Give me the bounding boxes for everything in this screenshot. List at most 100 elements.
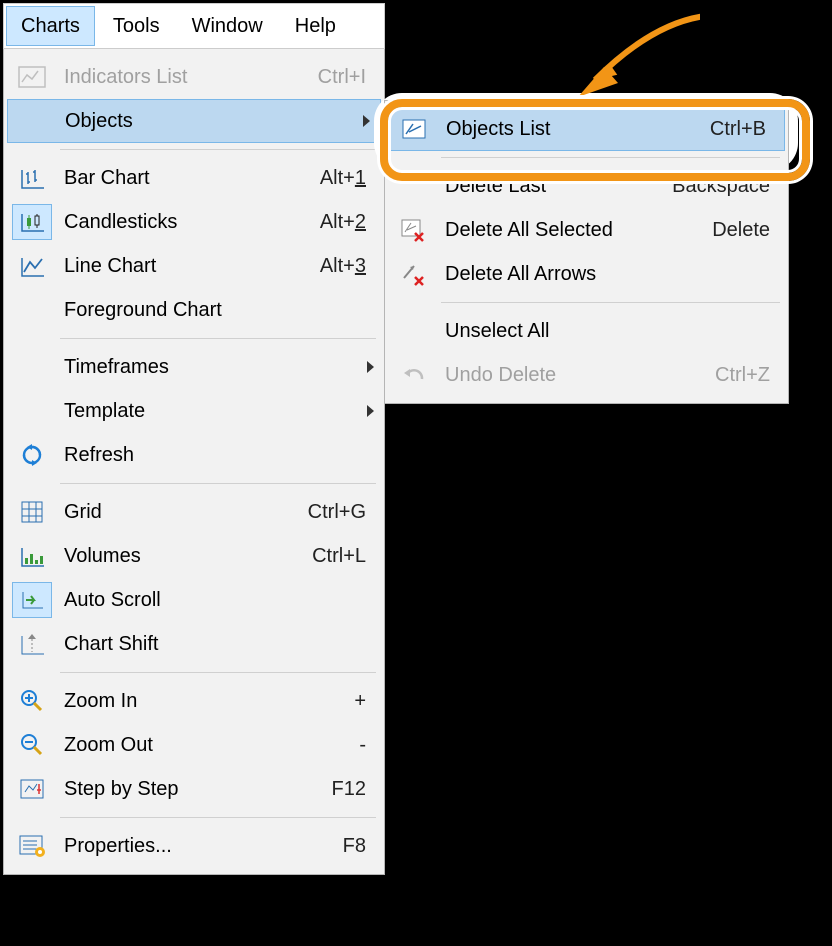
menu-tools-label: Tools xyxy=(113,15,160,38)
item-delete-all-arrows[interactable]: Delete All Arrows xyxy=(385,252,788,296)
properties-accel: F8 xyxy=(343,835,384,858)
refresh-label: Refresh xyxy=(60,444,384,467)
item-delete-last[interactable]: Delete Last Backspace xyxy=(385,164,788,208)
zoom-in-accel: + xyxy=(354,690,384,713)
item-candlesticks[interactable]: Candlesticks Alt+2 xyxy=(4,200,384,244)
properties-label: Properties... xyxy=(60,835,343,858)
timeframes-label: Timeframes xyxy=(60,356,384,379)
auto-scroll-icon xyxy=(12,582,52,618)
candlesticks-accel: Alt+2 xyxy=(320,211,384,234)
line-chart-accel: Alt+3 xyxy=(320,255,384,278)
unselect-all-label: Unselect All xyxy=(441,320,788,343)
menu-help-label: Help xyxy=(295,15,336,38)
item-foreground-chart[interactable]: Foreground Chart xyxy=(4,288,384,332)
candlesticks-icon xyxy=(12,204,52,240)
objects-submenu: Objects List Ctrl+B Delete Last Backspac… xyxy=(384,100,789,404)
foreground-chart-label: Foreground Chart xyxy=(60,299,384,322)
item-step-by-step[interactable]: Step by Step F12 xyxy=(4,767,384,811)
step-icon xyxy=(12,771,52,807)
item-chart-shift[interactable]: Chart Shift xyxy=(4,622,384,666)
grid-icon xyxy=(12,494,52,530)
objects-list-accel: Ctrl+B xyxy=(710,118,784,141)
menu-window[interactable]: Window xyxy=(176,4,279,48)
item-objects[interactable]: Objects xyxy=(7,99,381,143)
item-unselect-all[interactable]: Unselect All xyxy=(385,309,788,353)
item-line-chart[interactable]: Line Chart Alt+3 xyxy=(4,244,384,288)
item-template[interactable]: Template xyxy=(4,389,384,433)
blank-icon xyxy=(12,349,52,385)
menu-window-label: Window xyxy=(192,15,263,38)
grid-accel: Ctrl+G xyxy=(308,501,384,524)
step-label: Step by Step xyxy=(60,778,332,801)
item-bar-chart[interactable]: Bar Chart Alt+1 xyxy=(4,156,384,200)
bar-chart-label: Bar Chart xyxy=(60,167,320,190)
zoom-in-icon xyxy=(12,683,52,719)
item-zoom-out[interactable]: Zoom Out - xyxy=(4,723,384,767)
delete-selected-label: Delete All Selected xyxy=(441,219,712,242)
delete-arrows-icon xyxy=(393,256,433,292)
volumes-accel: Ctrl+L xyxy=(312,545,384,568)
separator xyxy=(441,157,780,158)
charts-dropdown: Indicators List Ctrl+I Objects Bar Chart… xyxy=(3,49,385,875)
submenu-arrow-icon xyxy=(363,115,370,127)
item-zoom-in[interactable]: Zoom In + xyxy=(4,679,384,723)
item-delete-all-selected[interactable]: Delete All Selected Delete xyxy=(385,208,788,252)
bar-chart-icon xyxy=(12,160,52,196)
separator xyxy=(60,338,376,339)
separator xyxy=(60,817,376,818)
line-chart-icon xyxy=(12,248,52,284)
bar-chart-accel: Alt+1 xyxy=(320,167,384,190)
item-properties[interactable]: Properties... F8 xyxy=(4,824,384,868)
chart-shift-label: Chart Shift xyxy=(60,633,384,656)
menu-tools[interactable]: Tools xyxy=(97,4,176,48)
item-indicators-list: Indicators List Ctrl+I xyxy=(4,55,384,99)
zoom-out-accel: - xyxy=(359,734,384,757)
candlesticks-label: Candlesticks xyxy=(60,211,320,234)
menu-charts-label: Charts xyxy=(21,15,80,38)
objects-label: Objects xyxy=(61,110,380,133)
item-objects-list[interactable]: Objects List Ctrl+B xyxy=(388,107,785,151)
zoom-in-label: Zoom In xyxy=(60,690,354,713)
submenu-arrow-icon xyxy=(367,361,374,373)
menu-charts[interactable]: Charts xyxy=(6,6,95,46)
chart-shift-icon xyxy=(12,626,52,662)
blank-icon xyxy=(393,168,433,204)
undo-icon xyxy=(393,357,433,393)
objects-list-icon xyxy=(394,111,434,147)
item-auto-scroll[interactable]: Auto Scroll xyxy=(4,578,384,622)
delete-last-label: Delete Last xyxy=(441,175,672,198)
volumes-label: Volumes xyxy=(60,545,312,568)
separator xyxy=(60,672,376,673)
item-timeframes[interactable]: Timeframes xyxy=(4,345,384,389)
objects-icon xyxy=(13,103,53,139)
item-undo-delete: Undo Delete Ctrl+Z xyxy=(385,353,788,397)
undo-accel: Ctrl+Z xyxy=(715,364,788,387)
separator xyxy=(60,149,376,150)
menubar: Charts Tools Window Help xyxy=(3,3,385,49)
item-grid[interactable]: Grid Ctrl+G xyxy=(4,490,384,534)
delete-last-accel: Backspace xyxy=(672,175,788,198)
indicators-label: Indicators List xyxy=(60,66,318,89)
indicators-icon xyxy=(12,59,52,95)
separator xyxy=(60,483,376,484)
volumes-icon xyxy=(12,538,52,574)
delete-selected-accel: Delete xyxy=(712,219,788,242)
grid-label: Grid xyxy=(60,501,308,524)
delete-selected-icon xyxy=(393,212,433,248)
separator xyxy=(441,302,780,303)
auto-scroll-label: Auto Scroll xyxy=(60,589,384,612)
step-accel: F12 xyxy=(332,778,384,801)
item-volumes[interactable]: Volumes Ctrl+L xyxy=(4,534,384,578)
line-chart-label: Line Chart xyxy=(60,255,320,278)
template-label: Template xyxy=(60,400,384,423)
menu-help[interactable]: Help xyxy=(279,4,352,48)
blank-icon xyxy=(393,313,433,349)
pointer-arrow-icon xyxy=(540,5,700,95)
objects-list-label: Objects List xyxy=(442,118,710,141)
blank-icon xyxy=(12,292,52,328)
submenu-arrow-icon xyxy=(367,405,374,417)
blank-icon xyxy=(12,393,52,429)
refresh-icon xyxy=(12,437,52,473)
item-refresh[interactable]: Refresh xyxy=(4,433,384,477)
zoom-out-icon xyxy=(12,727,52,763)
